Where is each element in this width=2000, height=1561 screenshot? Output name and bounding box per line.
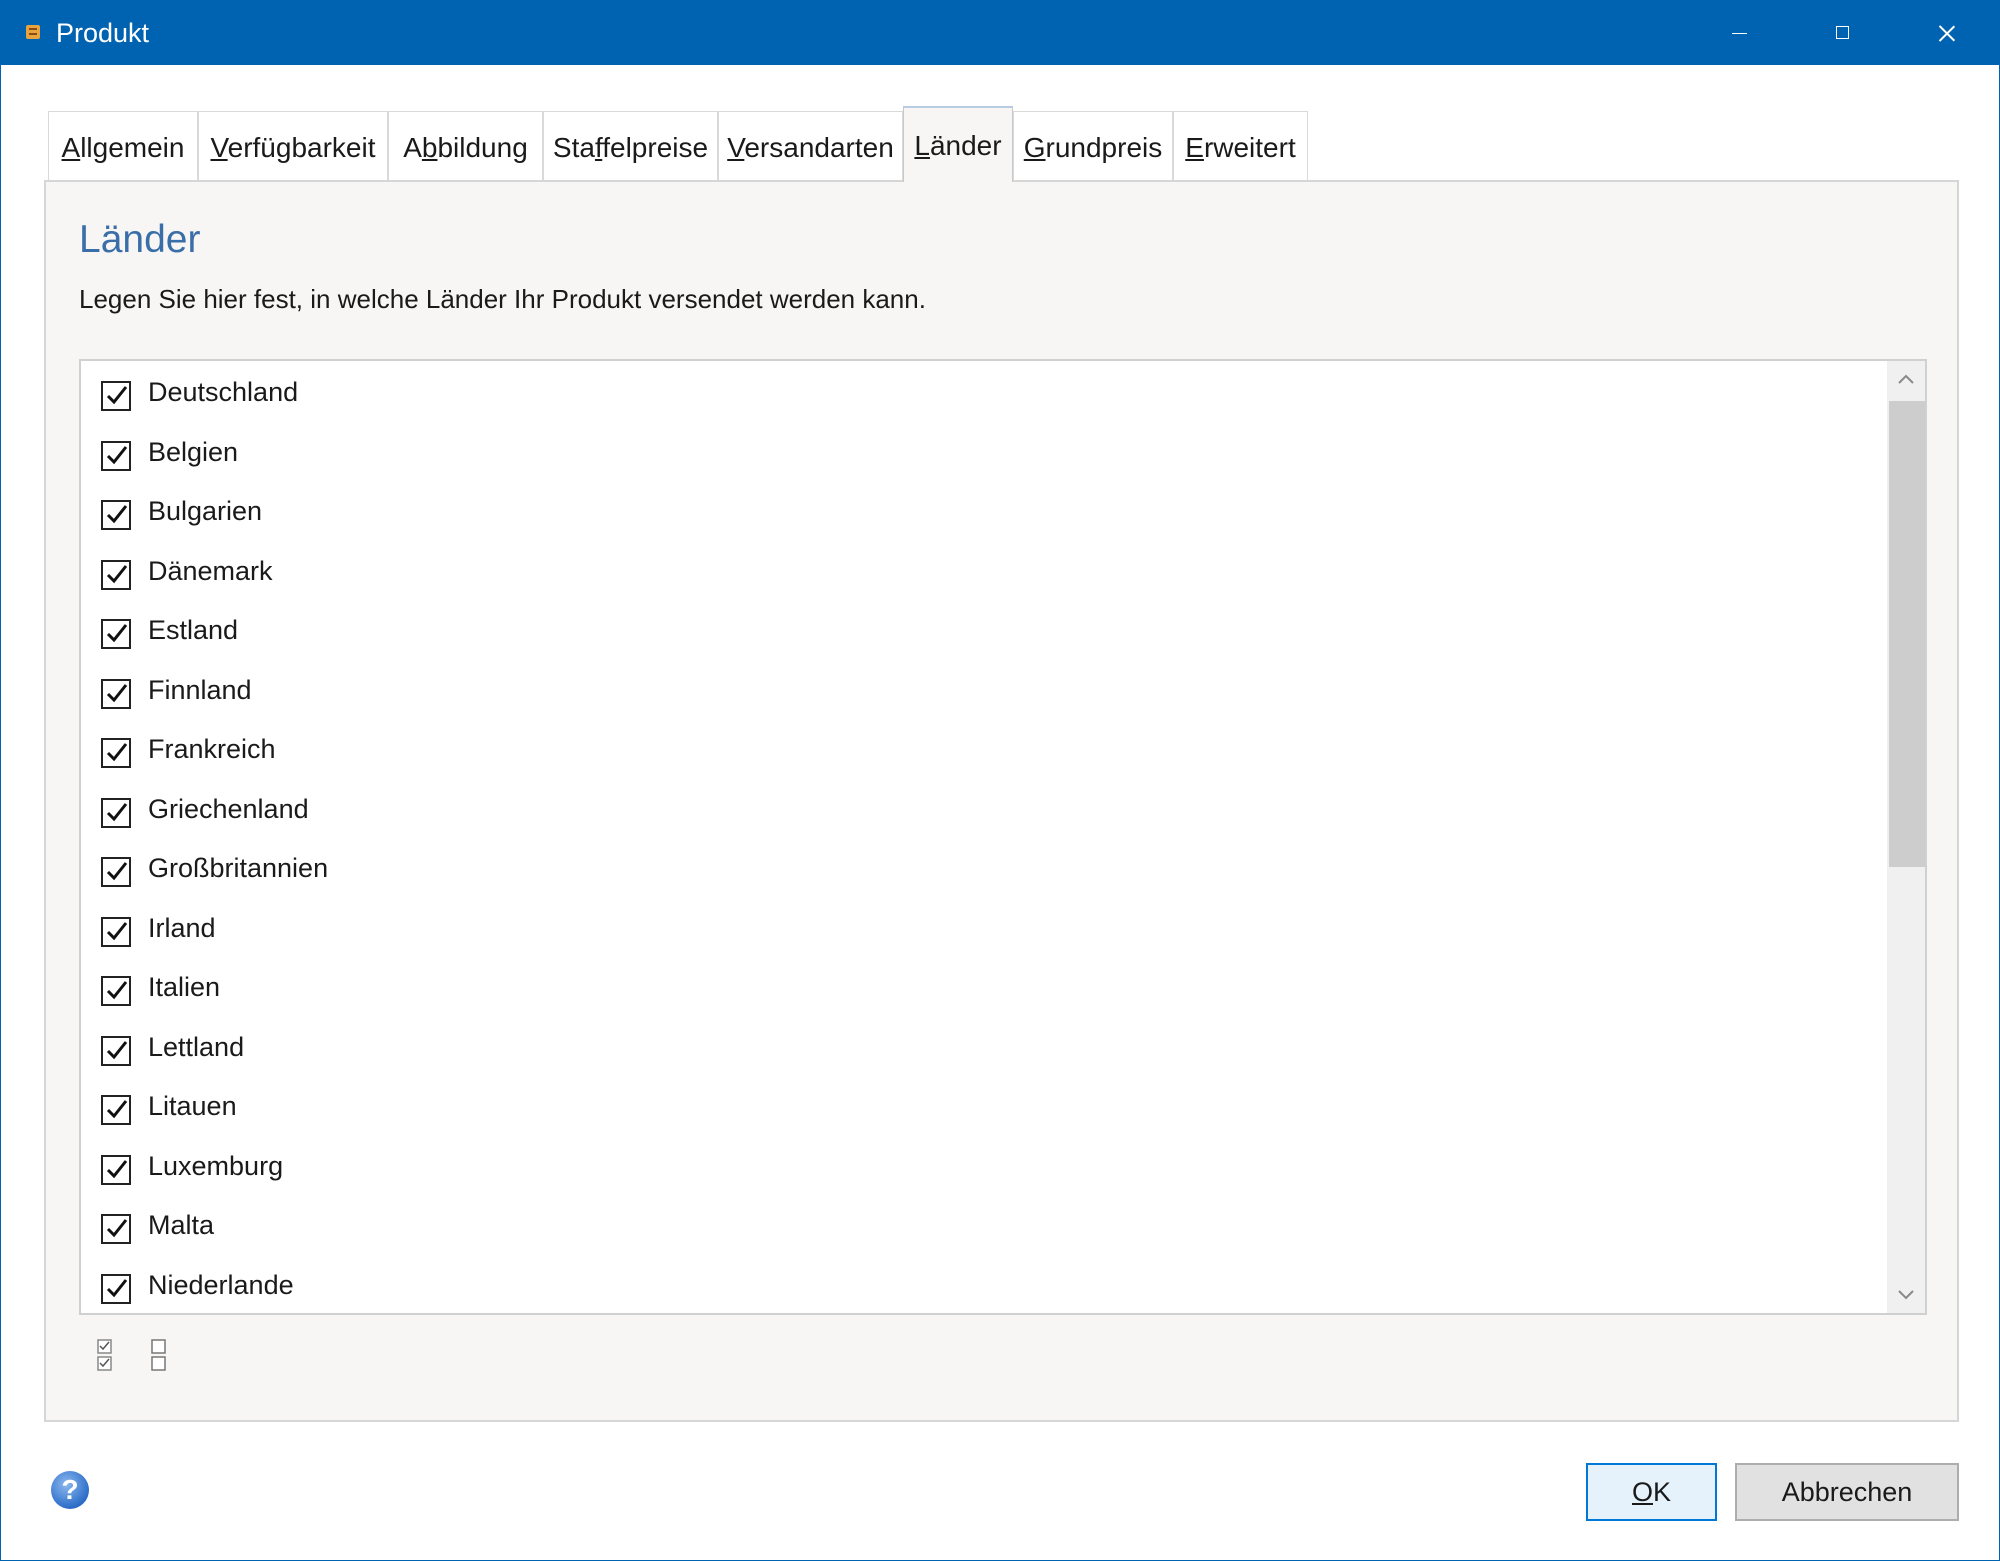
- scroll-down-button[interactable]: [1887, 1275, 1925, 1313]
- page-title: Länder: [79, 218, 201, 261]
- country-checkbox[interactable]: [101, 976, 131, 1006]
- uncheck-all-button[interactable]: [146, 1336, 172, 1376]
- country-label: Niederlande: [148, 1269, 294, 1300]
- list-item[interactable]: Litauen: [81, 1080, 1881, 1139]
- country-label: Dänemark: [148, 555, 273, 586]
- tab-staffelpreise[interactable]: Staffelpreise: [543, 111, 718, 181]
- tab-abbildung[interactable]: Abbildung: [388, 111, 543, 181]
- cancel-button[interactable]: Abbrechen: [1735, 1463, 1959, 1521]
- scroll-thumb[interactable]: [1889, 401, 1925, 867]
- checkmark-icon: [106, 505, 128, 524]
- tab-erweitert[interactable]: Erweitert: [1173, 111, 1308, 181]
- country-checkbox[interactable]: [101, 678, 131, 709]
- checkmark-icon: [106, 1219, 128, 1238]
- maximize-button[interactable]: [1791, 1, 1895, 65]
- checkmark-icon: [106, 862, 128, 881]
- country-checkbox[interactable]: [101, 381, 131, 411]
- country-checkbox[interactable]: [101, 1214, 131, 1244]
- list-item[interactable]: Finnland: [81, 664, 1881, 723]
- country-label: Luxemburg: [148, 1150, 284, 1181]
- list-item[interactable]: Niederlande: [81, 1259, 1881, 1314]
- country-label: Frankreich: [148, 734, 276, 764]
- checkmark-icon: [106, 1040, 128, 1059]
- help-icon[interactable]: ?: [51, 1471, 89, 1509]
- country-checkbox[interactable]: [101, 797, 131, 828]
- list-item[interactable]: Belgien: [81, 426, 1881, 485]
- list-item[interactable]: Großbritannien: [81, 842, 1881, 901]
- scroll-up-button[interactable]: [1887, 361, 1925, 399]
- checkmark-icon: [106, 386, 128, 405]
- minimize-button[interactable]: [1687, 1, 1791, 65]
- chevron-up-icon: [1898, 374, 1914, 384]
- country-label: Belgien: [148, 436, 239, 467]
- country-checkbox[interactable]: [101, 559, 131, 590]
- uncheck-all-icon: [151, 1339, 166, 1371]
- country-list[interactable]: Deutschland Belgien Bulgarien Dänemark Estla…: [79, 359, 1927, 1315]
- country-checkbox[interactable]: [101, 1035, 131, 1066]
- list-item[interactable]: Deutschland: [81, 366, 1881, 425]
- checkmark-icon: [106, 981, 128, 1000]
- country-checkbox[interactable]: [101, 916, 131, 947]
- vertical-scrollbar[interactable]: [1887, 361, 1925, 1313]
- close-button[interactable]: [1895, 1, 1999, 65]
- tab-grundpreis[interactable]: Grundpreis: [1013, 111, 1173, 181]
- app-icon: [26, 25, 40, 39]
- check-all-button[interactable]: [94, 1336, 120, 1376]
- checkmark-icon: [106, 1278, 128, 1297]
- country-label: Finnland: [148, 674, 252, 705]
- country-checkbox[interactable]: [101, 500, 131, 530]
- checkmark-icon: [106, 921, 128, 940]
- country-checkbox[interactable]: [101, 857, 131, 887]
- window-title: Produkt: [56, 18, 150, 48]
- list-item[interactable]: Estland: [81, 604, 1881, 663]
- list-item[interactable]: Dänemark: [81, 545, 1881, 604]
- country-label: Lettland: [148, 1031, 245, 1062]
- country-label: Irland: [148, 912, 216, 943]
- checkmark-icon: [106, 802, 128, 821]
- country-label: Deutschland: [148, 377, 299, 407]
- country-checkbox[interactable]: [101, 738, 131, 768]
- chevron-down-icon: [1898, 1290, 1914, 1300]
- tab-versandarten[interactable]: Versandarten: [718, 111, 903, 181]
- country-label: Malta: [148, 1210, 215, 1240]
- list-item[interactable]: Luxemburg: [81, 1140, 1881, 1199]
- country-checkbox[interactable]: [101, 619, 131, 649]
- country-checkbox[interactable]: [101, 1095, 131, 1125]
- checkmark-icon: [106, 564, 128, 583]
- country-label: Großbritannien: [148, 853, 329, 883]
- country-label: Italien: [148, 972, 221, 1002]
- checkmark-icon: [106, 1159, 128, 1178]
- country-label: Estland: [148, 615, 239, 645]
- tab-verfuegbarkeit[interactable]: Verfügbarkeit: [198, 111, 388, 181]
- country-checkbox[interactable]: [101, 1154, 131, 1185]
- country-label: Litauen: [148, 1091, 237, 1121]
- list-item[interactable]: Lettland: [81, 1021, 1881, 1080]
- checkmark-icon: [106, 743, 128, 762]
- tab-allgemein[interactable]: Allgemein: [48, 111, 198, 181]
- check-all-icon: [97, 1339, 112, 1371]
- checkmark-icon: [106, 1100, 128, 1119]
- country-checkbox[interactable]: [101, 1273, 131, 1304]
- checkmark-icon: [106, 445, 128, 464]
- checkmark-icon: [106, 624, 128, 643]
- list-item[interactable]: Malta: [81, 1199, 1881, 1258]
- page-description: Legen Sie hier fest, in welche Länder Ih…: [79, 284, 926, 314]
- title-bar[interactable]: Produkt: [1, 1, 1999, 65]
- list-item[interactable]: Irland: [81, 902, 1881, 961]
- list-item[interactable]: Frankreich: [81, 723, 1881, 782]
- country-label: Griechenland: [148, 793, 309, 824]
- tab-laender[interactable]: Länder: [903, 106, 1013, 182]
- ok-button[interactable]: OK: [1586, 1463, 1717, 1521]
- product-dialog: Produkt Allgemein Verfügbarkeit Abbildun…: [0, 0, 2000, 1561]
- list-item[interactable]: Griechenland: [81, 783, 1881, 842]
- list-item[interactable]: Italien: [81, 961, 1881, 1020]
- laender-panel: Länder Legen Sie hier fest, in welche Lä…: [44, 180, 1959, 1422]
- list-item[interactable]: Bulgarien: [81, 485, 1881, 544]
- checkmark-icon: [106, 683, 128, 702]
- country-checkbox[interactable]: [101, 440, 131, 471]
- country-label: Bulgarien: [148, 496, 263, 526]
